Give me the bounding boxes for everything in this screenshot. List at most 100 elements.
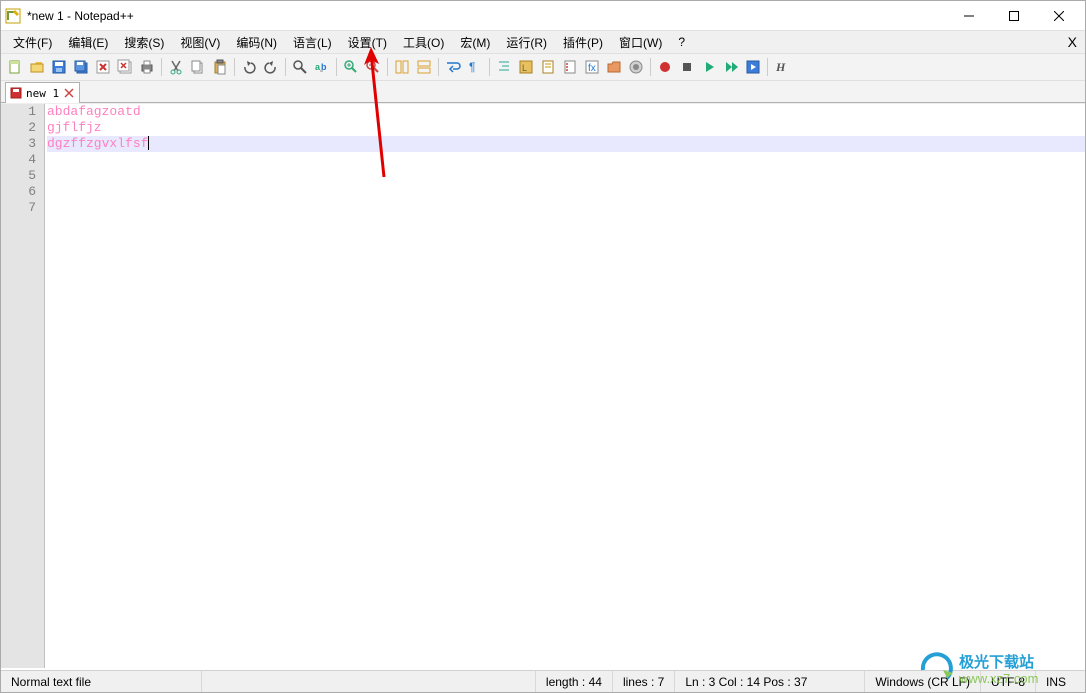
minimize-button[interactable] <box>946 1 991 31</box>
undo-icon[interactable] <box>239 57 259 77</box>
toolbar-separator <box>438 58 439 76</box>
sync-v-icon[interactable] <box>392 57 412 77</box>
menu-plugins[interactable]: 插件(P) <box>555 32 611 53</box>
svg-text:H: H <box>775 60 786 74</box>
status-spacer <box>201 671 535 692</box>
replace-icon[interactable]: ab <box>312 57 332 77</box>
menu-window[interactable]: 窗口(W) <box>611 32 670 53</box>
status-length: length : 44 <box>535 671 612 692</box>
play-multi-icon[interactable] <box>721 57 741 77</box>
lang-icon[interactable]: L <box>516 57 536 77</box>
menu-search[interactable]: 搜索(S) <box>116 32 172 53</box>
menubar-close-button[interactable]: X <box>1068 34 1077 50</box>
status-encoding: UTF-8 <box>980 671 1035 692</box>
code-line[interactable] <box>47 152 1085 168</box>
toolbar-separator <box>234 58 235 76</box>
app-icon <box>5 8 21 24</box>
func-list-icon[interactable]: fx <box>582 57 602 77</box>
line-number: 7 <box>1 200 36 216</box>
save-macro-icon[interactable] <box>743 57 763 77</box>
hex-icon[interactable]: H <box>772 57 792 77</box>
status-cursor: Ln : 3 Col : 14 Pos : 37 <box>674 671 864 692</box>
sync-h-icon[interactable] <box>414 57 434 77</box>
close-button[interactable] <box>1036 1 1081 31</box>
menubar: 文件(F) 编辑(E) 搜索(S) 视图(V) 编码(N) 语言(L) 设置(T… <box>1 31 1085 53</box>
menu-settings[interactable]: 设置(T) <box>340 32 395 53</box>
line-number: 6 <box>1 184 36 200</box>
toolbar-separator <box>161 58 162 76</box>
status-eol: Windows (CR LF) <box>864 671 980 692</box>
toolbar: ab ¶ L fx H <box>1 53 1085 81</box>
tab-new1[interactable]: new 1 <box>5 82 80 103</box>
menu-run[interactable]: 运行(R) <box>498 32 555 53</box>
new-file-icon[interactable] <box>5 57 25 77</box>
code-line[interactable]: abdafagzoatd <box>47 104 1085 120</box>
toolbar-separator <box>489 58 490 76</box>
line-number: 3 <box>1 136 36 152</box>
code-line[interactable]: gjflfjz <box>47 120 1085 136</box>
menu-edit[interactable]: 编辑(E) <box>60 32 116 53</box>
paste-icon[interactable] <box>210 57 230 77</box>
line-number: 4 <box>1 152 36 168</box>
stop-icon[interactable] <box>677 57 697 77</box>
print-icon[interactable] <box>137 57 157 77</box>
copy-icon[interactable] <box>188 57 208 77</box>
zoom-out-icon[interactable] <box>363 57 383 77</box>
cut-icon[interactable] <box>166 57 186 77</box>
toolbar-separator <box>650 58 651 76</box>
tab-label: new 1 <box>26 87 59 100</box>
tab-modified-icon <box>10 87 22 99</box>
code-line[interactable] <box>47 200 1085 216</box>
menu-tools[interactable]: 工具(O) <box>395 32 452 53</box>
tabbar: new 1 <box>1 81 1085 103</box>
titlebar: *new 1 - Notepad++ <box>1 1 1085 31</box>
record-icon[interactable] <box>655 57 675 77</box>
toolbar-separator <box>285 58 286 76</box>
find-icon[interactable] <box>290 57 310 77</box>
svg-text:L: L <box>522 63 527 73</box>
svg-text:fx: fx <box>588 63 596 74</box>
statusbar: Normal text file length : 44 lines : 7 L… <box>1 670 1085 692</box>
line-number: 5 <box>1 168 36 184</box>
code-area[interactable]: abdafagzoatd gjflfjz dgzffzgvxlfsf <box>45 104 1085 668</box>
redo-icon[interactable] <box>261 57 281 77</box>
editor[interactable]: 1 2 3 4 5 6 7 abdafagzoatd gjflfjz dgzff… <box>1 103 1085 668</box>
toolbar-separator <box>767 58 768 76</box>
menu-view[interactable]: 视图(V) <box>172 32 228 53</box>
status-filetype: Normal text file <box>1 671 201 692</box>
close-all-icon[interactable] <box>115 57 135 77</box>
indent-guide-icon[interactable] <box>494 57 514 77</box>
code-line[interactable] <box>47 168 1085 184</box>
save-icon[interactable] <box>49 57 69 77</box>
maximize-button[interactable] <box>991 1 1036 31</box>
status-mode: INS <box>1035 671 1085 692</box>
tab-close-icon[interactable] <box>63 87 75 99</box>
menu-help[interactable]: ? <box>670 33 693 51</box>
close-file-icon[interactable] <box>93 57 113 77</box>
menu-encoding[interactable]: 编码(N) <box>228 32 285 53</box>
save-all-icon[interactable] <box>71 57 91 77</box>
open-file-icon[interactable] <box>27 57 47 77</box>
doc-map-icon[interactable] <box>538 57 558 77</box>
svg-text:¶: ¶ <box>469 60 475 74</box>
menu-file[interactable]: 文件(F) <box>5 32 60 53</box>
line-number: 1 <box>1 104 36 120</box>
play-icon[interactable] <box>699 57 719 77</box>
status-lines: lines : 7 <box>612 671 674 692</box>
line-number-gutter: 1 2 3 4 5 6 7 <box>1 104 45 668</box>
wordwrap-icon[interactable] <box>443 57 463 77</box>
toolbar-separator <box>387 58 388 76</box>
line-number: 2 <box>1 120 36 136</box>
caret <box>148 136 149 150</box>
code-line[interactable] <box>47 184 1085 200</box>
folder-icon[interactable] <box>604 57 624 77</box>
zoom-in-icon[interactable] <box>341 57 361 77</box>
code-line-current[interactable]: dgzffzgvxlfsf <box>47 136 1085 152</box>
menu-language[interactable]: 语言(L) <box>285 32 340 53</box>
monitor-icon[interactable] <box>626 57 646 77</box>
window-controls <box>946 1 1081 31</box>
all-chars-icon[interactable]: ¶ <box>465 57 485 77</box>
doc-list-icon[interactable] <box>560 57 580 77</box>
window-title: *new 1 - Notepad++ <box>27 9 134 23</box>
menu-macro[interactable]: 宏(M) <box>452 32 498 53</box>
